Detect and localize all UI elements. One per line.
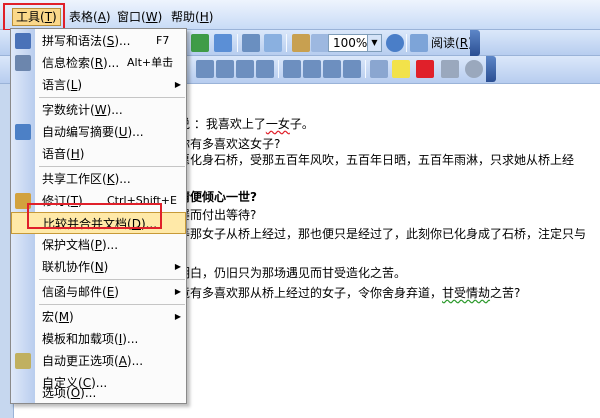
menu-item-macro[interactable]: 宏(M) ▶ bbox=[11, 306, 186, 328]
menu-separator bbox=[39, 304, 185, 305]
menu-table[interactable]: 表格(A) bbox=[66, 8, 114, 26]
insert-chart-icon[interactable] bbox=[214, 34, 232, 52]
align-center-icon[interactable] bbox=[216, 60, 234, 78]
submenu-arrow-icon: ▶ bbox=[174, 262, 181, 271]
menu-item-shortcut: F7 bbox=[156, 34, 170, 47]
zoom-box[interactable]: 100% bbox=[328, 34, 368, 52]
menu-item-spelling[interactable]: 拼写和语法(S)... F7 bbox=[11, 30, 186, 52]
menu-item-autocorrect-options[interactable]: 自动更正选项(A)... bbox=[11, 350, 186, 372]
menu-item-shared-workspace[interactable]: 共享工作区(K)... bbox=[11, 168, 186, 190]
border-icon[interactable] bbox=[370, 60, 388, 78]
doc-line: 愿化身石桥，受那五百年风吹，五百年日晒，五百年雨淋，只求她从桥上经 bbox=[178, 153, 575, 167]
doc-line: 说 ：我喜欢上了一女子。 bbox=[178, 117, 314, 131]
columns-icon[interactable] bbox=[242, 34, 260, 52]
increase-indent-icon[interactable] bbox=[343, 60, 361, 78]
font-color-icon[interactable] bbox=[416, 60, 434, 78]
read-button[interactable]: 阅读(R) bbox=[428, 34, 473, 52]
menu-item-language[interactable]: 语言(L) ▶ bbox=[11, 74, 186, 96]
spelling-icon bbox=[15, 33, 31, 49]
doc-line: 屡而付出等待? bbox=[178, 208, 257, 222]
toolbar-separator bbox=[237, 34, 238, 52]
highlight-box-compare-merge bbox=[27, 203, 162, 229]
numbering-icon[interactable] bbox=[283, 60, 301, 78]
menu-help[interactable]: 帮助(H) bbox=[168, 8, 216, 26]
research-icon bbox=[15, 55, 31, 71]
menu-item-protect-document[interactable]: 保护文档(P)... bbox=[11, 234, 186, 256]
menu-separator bbox=[39, 97, 185, 98]
menu-item-online-collaboration[interactable]: 联机协作(N) ▶ bbox=[11, 256, 186, 278]
menu-item-research[interactable]: 信息检索(R)... Alt+单击 bbox=[11, 52, 186, 74]
bullets-icon[interactable] bbox=[303, 60, 321, 78]
menu-item-shortcut: Alt+单击 bbox=[127, 56, 174, 69]
show-hide-icon[interactable] bbox=[292, 34, 310, 52]
insert-table-icon[interactable] bbox=[191, 34, 209, 52]
autocorrect-icon bbox=[15, 353, 31, 369]
toolbar-separator bbox=[406, 34, 407, 52]
highlight-box-tools bbox=[3, 3, 65, 31]
help-icon[interactable] bbox=[386, 34, 404, 52]
menu-window[interactable]: 窗口(W) bbox=[114, 8, 165, 26]
zoom-dropdown-button[interactable]: ▼ bbox=[368, 34, 382, 52]
submenu-arrow-icon: ▶ bbox=[174, 80, 181, 89]
read-icon[interactable] bbox=[410, 34, 428, 52]
drawing-icon[interactable] bbox=[264, 34, 282, 52]
menu-item-word-count[interactable]: 字数统计(W)... bbox=[11, 99, 186, 121]
doc-line: 明白，仍旧只为那场遇见而甘受造化之苦。 bbox=[178, 266, 407, 280]
submenu-arrow-icon: ▶ bbox=[174, 287, 181, 296]
menu-item-templates-addins[interactable]: 模板和加载项(I)... bbox=[11, 328, 186, 350]
doc-line: 竟有多喜欢那从桥上经过的女子，令你舍身弃道，甘受情劫之苦? bbox=[178, 286, 521, 300]
document-map-icon[interactable] bbox=[311, 34, 329, 52]
menu-item-autosummarize[interactable]: 自动编写摘要(U)... bbox=[11, 121, 186, 143]
decrease-indent-icon[interactable] bbox=[323, 60, 341, 78]
menu-item-options[interactable]: 选项(O)... bbox=[11, 383, 186, 403]
submenu-arrow-icon: ▶ bbox=[174, 312, 181, 321]
doc-line: 你有多喜欢这女子? bbox=[178, 137, 281, 151]
doc-line: 等那女子从桥上经过，那也便只是经过了，此刻你已化身成了石桥，注定只与 bbox=[178, 227, 587, 241]
enclose-characters-icon[interactable] bbox=[465, 60, 483, 78]
toolbar-separator bbox=[278, 60, 279, 78]
doc-line: 情便倾心一世? bbox=[178, 190, 257, 204]
menu-separator bbox=[39, 166, 185, 167]
toolbar-separator bbox=[286, 34, 287, 52]
line-spacing-icon[interactable] bbox=[256, 60, 274, 78]
toolbar-options-chevron-icon[interactable] bbox=[470, 30, 480, 56]
formatting-options-chevron-icon[interactable] bbox=[486, 56, 496, 82]
phonetic-guide-icon[interactable] bbox=[441, 60, 459, 78]
highlight-icon[interactable] bbox=[392, 60, 410, 78]
autosummarize-icon bbox=[15, 124, 31, 140]
toolbar-separator bbox=[365, 60, 366, 78]
menu-item-letters-mailings[interactable]: 信函与邮件(E) ▶ bbox=[11, 281, 186, 303]
menu-separator bbox=[39, 279, 185, 280]
align-justify-icon[interactable] bbox=[236, 60, 254, 78]
align-left-icon[interactable] bbox=[196, 60, 214, 78]
menu-bar: 工具(T) 表格(A) 窗口(W) 帮助(H) bbox=[0, 0, 600, 30]
menu-item-speech[interactable]: 语音(H) bbox=[11, 143, 186, 165]
